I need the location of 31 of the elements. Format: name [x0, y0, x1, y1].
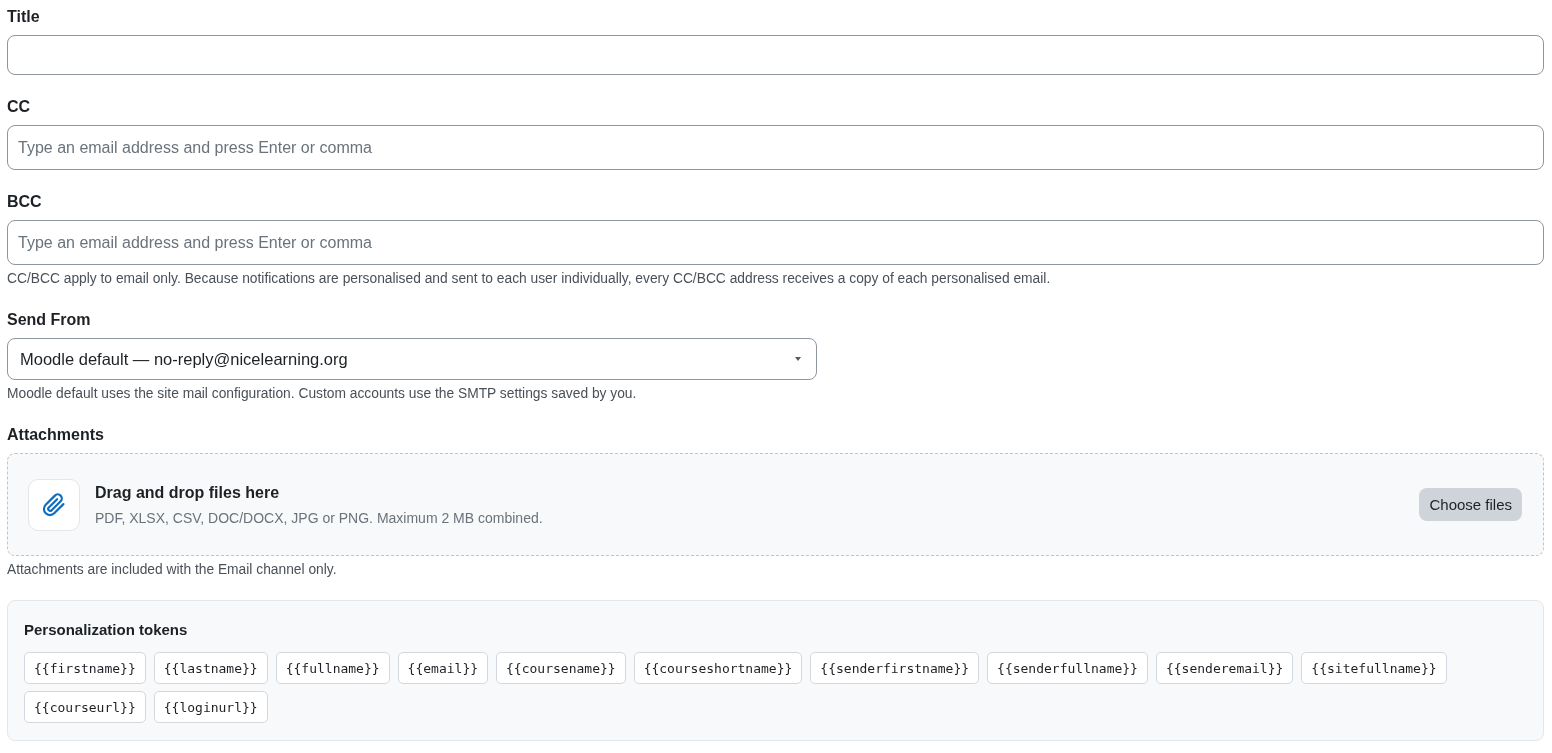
token-chip[interactable]: {{fullname}}	[275, 652, 390, 684]
token-chip[interactable]: {{courseurl}}	[24, 691, 146, 723]
dropzone-hint: PDF, XLSX, CSV, DOC/DOCX, JPG or PNG. Maximum 2 MB combined.	[95, 508, 543, 527]
field-label: Attachments	[7, 425, 104, 445]
token-chip[interactable]: {{email}}	[397, 652, 489, 684]
help-text: CC/BCC apply to email only. Because notifications are personalised and sent to each user individually, every CC/BCC address receives a copy of each personalised email.	[7, 270, 1051, 288]
text-field[interactable]	[7, 35, 1544, 75]
token-chip[interactable]: {{senderemail}}	[1155, 652, 1294, 684]
caret-icon	[795, 357, 801, 361]
token-chip[interactable]: {{firstname}}	[24, 652, 146, 684]
token-chip[interactable]: {{coursename}}	[496, 652, 626, 684]
help-text: Attachments are included with the Email channel only.	[7, 561, 337, 579]
sender-select[interactable]: Moodle default — no-reply@nicelearning.org	[7, 338, 817, 380]
field-label: Send From	[7, 310, 91, 330]
email-field[interactable]: Type an email address and press Enter or comma	[7, 125, 1544, 170]
paperclip-icon	[28, 478, 80, 531]
panel-title: Personalization tokens	[24, 620, 188, 640]
dropzone-title: Drag and drop files here	[95, 482, 280, 503]
field-label: BCC	[7, 192, 42, 212]
help-text: Moodle default uses the site mail configuration. Custom accounts use the SMTP settings saved by you.	[7, 385, 637, 403]
token-chip[interactable]: {{lastname}}	[153, 652, 268, 684]
field-label: Title	[7, 7, 40, 27]
field-label: CC	[7, 97, 31, 117]
email-field[interactable]: Type an email address and press Enter or comma	[7, 220, 1544, 265]
choose-files-button[interactable]: Choose files	[1419, 488, 1522, 521]
token-chip[interactable]: {{courseshortname}}	[633, 652, 803, 684]
token-chip[interactable]: {{sitefullname}}	[1301, 652, 1447, 684]
token-chip[interactable]: {{loginurl}}	[153, 691, 268, 723]
file-dropzone[interactable]: Drag and drop files here PDF, XLSX, CSV, DOC/DOCX, JPG or PNG. Maximum 2 MB combined. Choose files	[7, 453, 1544, 556]
token-chip[interactable]: {{senderfullname}}	[987, 652, 1148, 684]
token-chip[interactable]: {{senderfirstname}}	[810, 652, 980, 684]
